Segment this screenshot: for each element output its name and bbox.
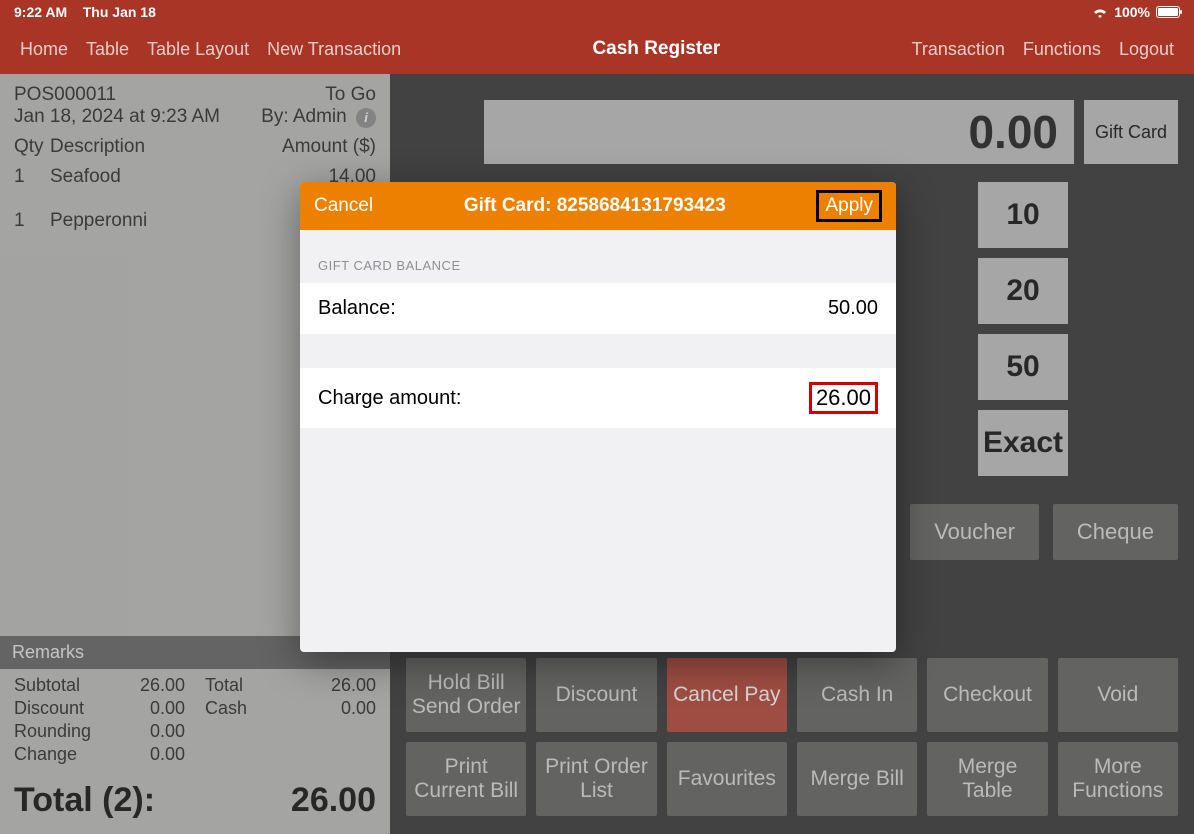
cash-label: Cash: [205, 698, 331, 719]
change-label: Change: [14, 744, 140, 765]
item-qty: 1: [14, 166, 50, 188]
item-qty: 1: [14, 210, 50, 232]
totals: Subtotal 26.00 Total 26.00 Discount 0.00…: [0, 669, 390, 771]
status-time: 9:22 AM: [14, 4, 67, 20]
fn-more[interactable]: More Functions: [1058, 742, 1178, 816]
fn-void[interactable]: Void: [1058, 658, 1178, 732]
quick-50[interactable]: 50: [978, 334, 1068, 400]
receipt-type: To Go: [325, 84, 376, 106]
subtotal-value: 26.00: [140, 675, 185, 696]
nav-logout[interactable]: Logout: [1119, 39, 1174, 60]
fn-discount[interactable]: Discount: [536, 658, 656, 732]
nav-table[interactable]: Table: [86, 39, 129, 60]
quick-exact[interactable]: Exact: [978, 410, 1068, 476]
modal-cancel[interactable]: Cancel: [314, 195, 373, 217]
modal-apply[interactable]: Apply: [816, 190, 882, 222]
amount-display: 0.00: [484, 100, 1074, 164]
cheque-button[interactable]: Cheque: [1053, 504, 1178, 560]
balance-label: Balance:: [318, 297, 396, 320]
nav-bar: Home Table Table Layout New Transaction …: [0, 24, 1194, 74]
status-bar: 9:22 AM Thu Jan 18 100%: [0, 0, 1194, 24]
rounding-value: 0.00: [140, 721, 185, 742]
battery-percent: 100%: [1114, 4, 1150, 20]
nav-title: Cash Register: [401, 38, 911, 60]
grand-total: Total (2): 26.00: [0, 771, 390, 834]
status-date: Thu Jan 18: [83, 4, 156, 20]
wifi-icon: [1092, 6, 1108, 18]
fn-merge-bill[interactable]: Merge Bill: [797, 742, 917, 816]
fn-hold-send[interactable]: Hold Bill Send Order: [406, 658, 526, 732]
nav-home[interactable]: Home: [20, 39, 68, 60]
subtotal-label: Subtotal: [14, 675, 140, 696]
balance-value: 50.00: [828, 297, 878, 320]
fn-cash-in[interactable]: Cash In: [797, 658, 917, 732]
charge-row[interactable]: Charge amount: 26.00: [300, 368, 896, 428]
nav-functions[interactable]: Functions: [1023, 39, 1101, 60]
grand-label: Total (2):: [14, 781, 155, 820]
info-icon[interactable]: i: [356, 108, 376, 128]
fn-favourites[interactable]: Favourites: [667, 742, 787, 816]
voucher-button[interactable]: Voucher: [910, 504, 1039, 560]
function-grid: Hold Bill Send Order Discount Cancel Pay…: [400, 650, 1184, 824]
nav-transaction[interactable]: Transaction: [912, 39, 1005, 60]
gift-card-button[interactable]: Gift Card: [1084, 100, 1178, 164]
rounding-label: Rounding: [14, 721, 140, 742]
fn-print-list[interactable]: Print Order List: [536, 742, 656, 816]
quick-20[interactable]: 20: [978, 258, 1068, 324]
receipt-by: By: Admin: [261, 106, 347, 127]
balance-row: Balance: 50.00: [300, 283, 896, 334]
modal-section-label: GIFT CARD BALANCE: [300, 230, 896, 283]
change-value: 0.00: [140, 744, 185, 765]
battery-icon: [1156, 6, 1180, 18]
discount-label: Discount: [14, 698, 140, 719]
col-qty: Qty: [14, 136, 50, 158]
discount-value: 0.00: [140, 698, 185, 719]
modal-title: Gift Card: 8258684131793423: [373, 195, 816, 217]
receipt-id: POS000011: [14, 84, 116, 106]
nav-new-transaction[interactable]: New Transaction: [267, 39, 401, 60]
col-amt: Amount ($): [282, 136, 376, 158]
gift-card-modal: Cancel Gift Card: 8258684131793423 Apply…: [300, 182, 896, 652]
charge-value[interactable]: 26.00: [809, 382, 878, 414]
receipt-datetime: Jan 18, 2024 at 9:23 AM: [14, 106, 220, 128]
fn-merge-table[interactable]: Merge Table: [927, 742, 1047, 816]
cash-value: 0.00: [331, 698, 376, 719]
fn-print-current[interactable]: Print Current Bill: [406, 742, 526, 816]
fn-checkout[interactable]: Checkout: [927, 658, 1047, 732]
col-desc: Description: [50, 136, 282, 158]
quick-10[interactable]: 10: [978, 182, 1068, 248]
total-value: 26.00: [331, 675, 376, 696]
fn-cancel-pay[interactable]: Cancel Pay: [667, 658, 787, 732]
grand-value: 26.00: [291, 781, 376, 820]
nav-table-layout[interactable]: Table Layout: [147, 39, 249, 60]
total-label: Total: [205, 675, 331, 696]
charge-label: Charge amount:: [318, 387, 461, 410]
item-name: Seafood: [50, 166, 328, 188]
